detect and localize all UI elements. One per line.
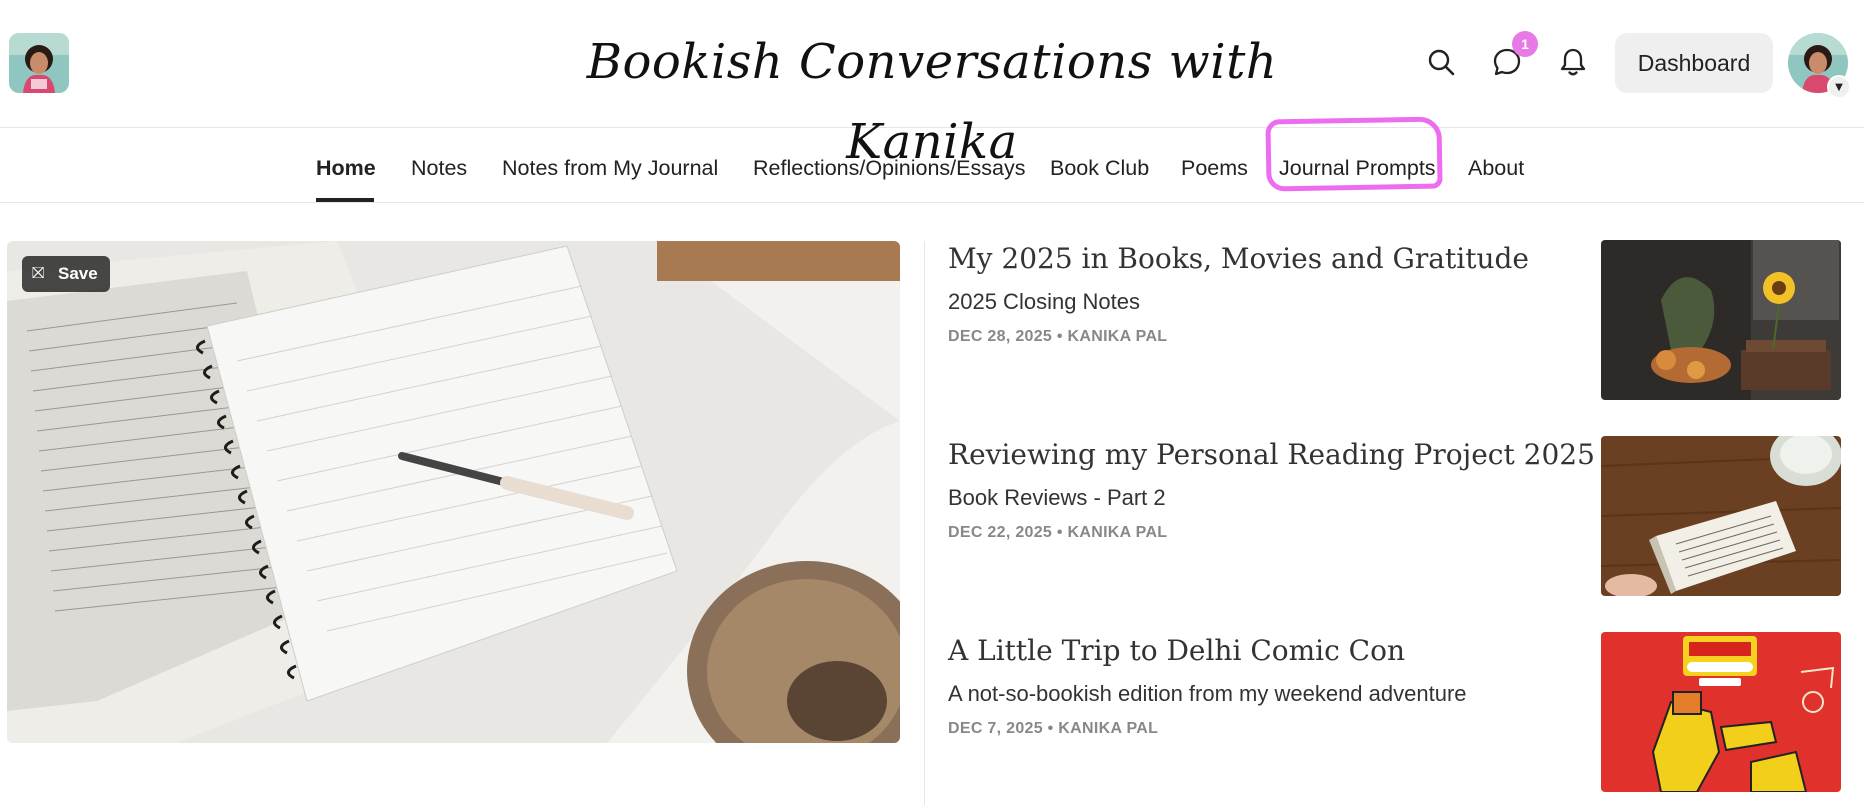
nav-item-book-club[interactable]: Book Club: [1050, 129, 1149, 203]
post-subtitle: Book Reviews - Part 2: [948, 485, 1166, 510]
post-subtitle: A not-so-bookish edition from my weekend…: [948, 681, 1467, 706]
chevron-down-icon[interactable]: ▼: [1827, 75, 1851, 99]
column-divider: [924, 241, 925, 805]
nav-item-notes-from-my-journal[interactable]: Notes from My Journal: [502, 129, 718, 203]
publication-logo[interactable]: [9, 33, 69, 93]
active-tab-indicator: [316, 198, 374, 202]
nav-item-notes[interactable]: Notes: [411, 129, 467, 203]
post-thumbnail[interactable]: [1601, 632, 1841, 792]
notifications-button[interactable]: [1551, 40, 1595, 84]
site-header: Bookish Conversations with Kanika 1 Dash…: [0, 0, 1864, 170]
post-title[interactable]: Reviewing my Personal Reading Project 20…: [948, 438, 1595, 471]
save-label: Save: [58, 264, 98, 283]
notification-count-badge: 1: [1512, 31, 1538, 57]
post-item[interactable]: Reviewing my Personal Reading Project 20…: [948, 436, 1848, 598]
post-title[interactable]: A Little Trip to Delhi Comic Con: [948, 634, 1405, 667]
post-title[interactable]: My 2025 in Books, Movies and Gratitude: [948, 242, 1529, 275]
post-item[interactable]: A Little Trip to Delhi Comic Con A not-s…: [948, 632, 1848, 794]
post-thumbnail[interactable]: [1601, 240, 1841, 400]
nav-item-about[interactable]: About: [1468, 129, 1524, 203]
section-nav: Home Notes Notes from My Journal Reflect…: [0, 129, 1864, 203]
post-subtitle: 2025 Closing Notes: [948, 289, 1141, 314]
dashboard-button[interactable]: Dashboard: [1615, 33, 1773, 93]
post-item[interactable]: My 2025 in Books, Movies and Gratitude 2…: [948, 240, 1848, 402]
nav-item-journal-prompts[interactable]: Journal Prompts: [1279, 129, 1436, 203]
bookmark-icon: ⛝: [32, 265, 45, 282]
search-button[interactable]: [1419, 40, 1463, 84]
save-button[interactable]: ⛝ Save: [22, 256, 110, 292]
featured-post-image[interactable]: [7, 241, 900, 743]
nav-item-poems[interactable]: Poems: [1181, 129, 1248, 203]
post-meta: DEC 22, 2025 • KANIKA PAL: [948, 524, 1168, 541]
post-meta: DEC 7, 2025 • KANIKA PAL: [948, 720, 1159, 737]
site-title[interactable]: Bookish Conversations with Kanika: [560, 22, 1304, 170]
post-meta: DEC 28, 2025 • KANIKA PAL: [948, 328, 1168, 345]
search-icon: [1428, 49, 1455, 76]
post-thumbnail[interactable]: [1601, 436, 1841, 596]
bell-icon: [1560, 48, 1586, 76]
nav-item-reflections[interactable]: Reflections/Opinions/Essays: [753, 129, 1025, 203]
nav-item-home[interactable]: Home: [316, 129, 376, 203]
